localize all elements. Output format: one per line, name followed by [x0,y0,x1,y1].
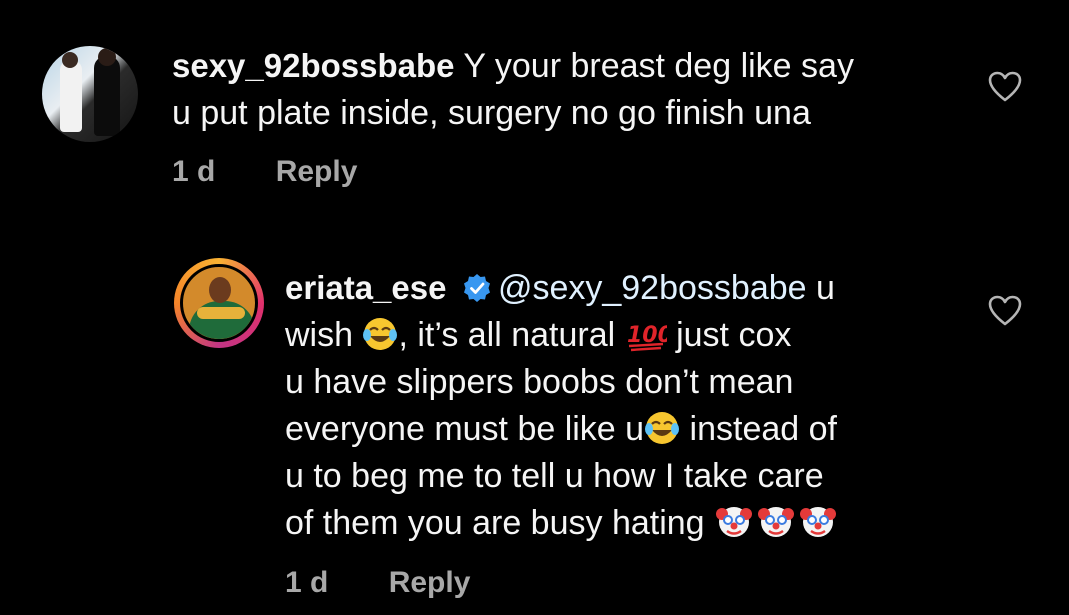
comment-2-line2b: , it’s all natural [398,316,616,354]
joy-emoji-icon [645,412,680,444]
comment-1-text: sexy_92bossbabe Y your breast deg like s… [172,42,972,137]
verified-badge-icon [463,274,490,302]
comment-1-line2: u put plate inside, surgery no go finish… [172,94,811,132]
comment-2-line3: u have slippers boobs don’t mean [285,363,794,401]
comment-2-line2c: just cox [676,316,792,354]
comment-2-line1-tail: u [816,269,835,307]
comment-2-meta: 1 d Reply [285,566,470,600]
hundred-emoji-icon: 100 [627,323,667,352]
comment-2-line4b: instead of [689,410,837,448]
heart-icon[interactable] [988,71,1022,103]
heart-icon[interactable] [988,295,1022,327]
joy-emoji-icon [363,318,398,350]
comment-2-username[interactable]: eriata_ese [285,269,446,306]
comment-2-mention[interactable]: @sexy_92bossbabe [498,269,807,307]
comment-1-username[interactable]: sexy_92bossbabe [172,47,455,84]
comment-2-line5: u to beg me to tell u how I take care [285,457,824,495]
comment-2-line2a: wish [285,316,354,354]
comment-2-text: eriata_ese @sexy_92bossbabe u wish , it’… [285,264,1025,547]
avatar-eriata-ese[interactable] [180,264,258,342]
comment-1-line1: Y your breast deg like say [463,47,854,85]
comment-2-reply-button[interactable]: Reply [389,566,471,600]
comment-1-meta: 1 d Reply [172,155,357,189]
comment-1-reply-button[interactable]: Reply [276,155,358,189]
clown-emoji-icon [716,507,837,537]
comment-1-time: 1 d [172,155,216,188]
comment-2-line4a: everyone must be like u [285,410,645,448]
comment-2-time: 1 d [285,566,329,599]
avatar-sexy-92bossbabe[interactable] [42,46,138,142]
comment-2-line6: of them you are busy hating [285,504,705,542]
